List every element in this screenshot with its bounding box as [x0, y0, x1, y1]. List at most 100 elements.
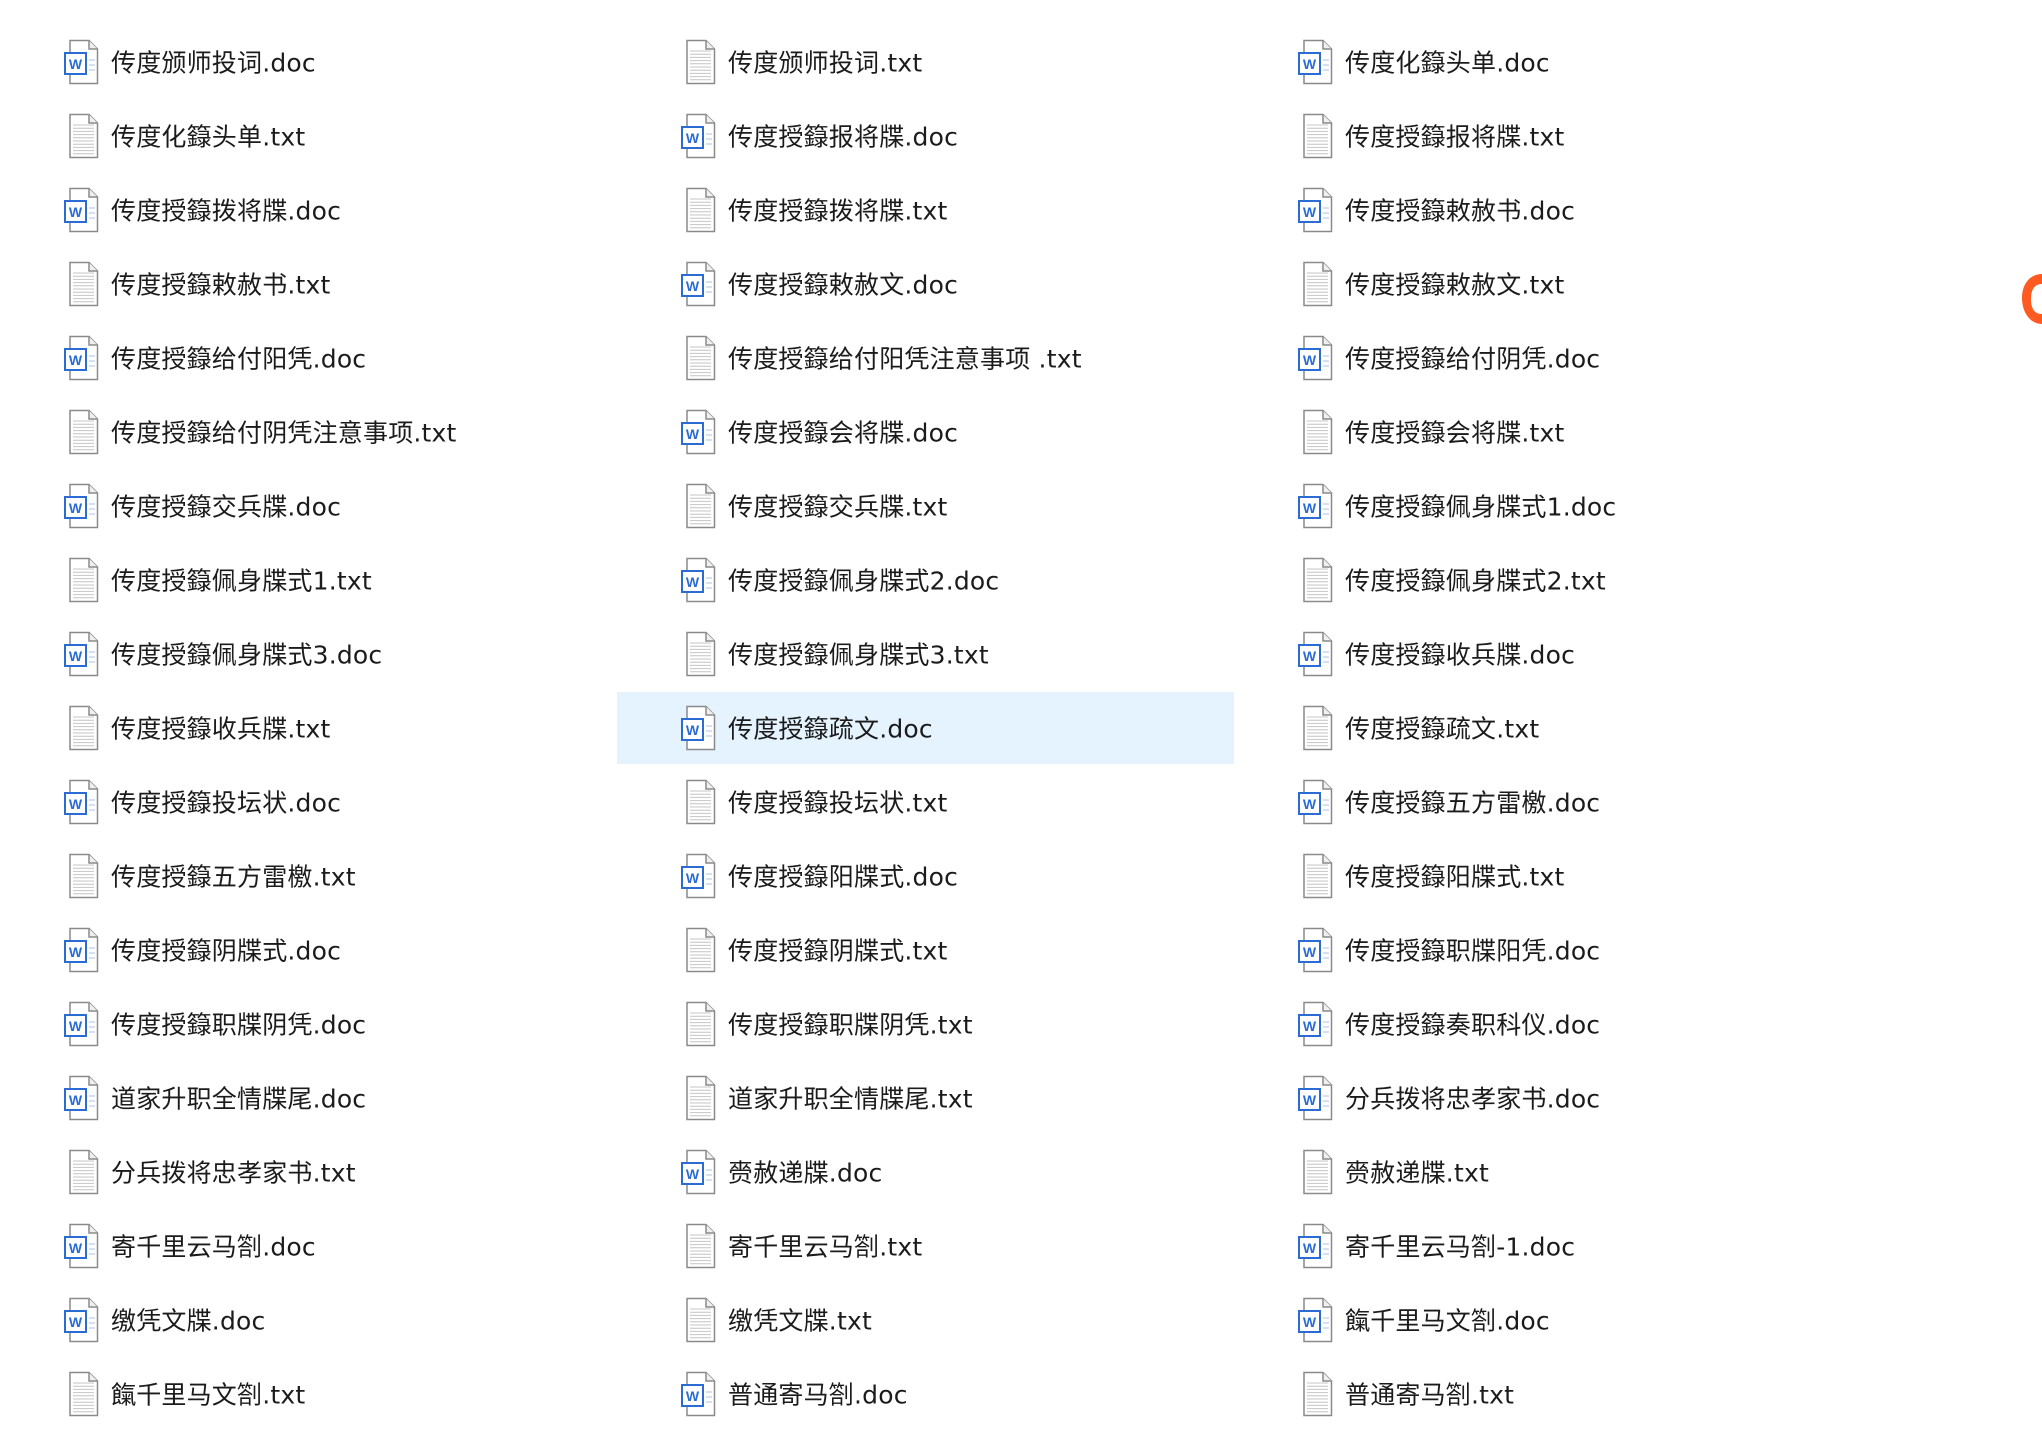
file-name: 传度授籙奏职科仪.doc: [1345, 1010, 1601, 1040]
file-item[interactable]: W 传度授籙五方雷檄.doc: [1234, 766, 1851, 838]
word-document-icon: W: [681, 1371, 719, 1417]
file-item[interactable]: W 餼千里马文劄.doc: [1234, 1284, 1851, 1356]
word-document-icon: W: [681, 409, 719, 455]
svg-text:W: W: [1303, 352, 1317, 368]
file-item[interactable]: W 赍赦递牒.doc: [617, 1136, 1234, 1208]
svg-text:W: W: [1303, 796, 1317, 812]
svg-text:W: W: [69, 500, 83, 516]
svg-text:W: W: [1303, 944, 1317, 960]
file-item[interactable]: 缴凭文牒.txt: [617, 1284, 1234, 1356]
file-item[interactable]: 传度授籙阴牒式.txt: [617, 914, 1234, 986]
file-name: 传度授籙五方雷檄.txt: [111, 862, 356, 892]
file-item[interactable]: 传度授籙疏文.txt: [1234, 692, 1851, 764]
file-item[interactable]: 传度授籙给付阳凭注意事项 .txt: [617, 322, 1234, 394]
file-name: 传度授籙给付阴凭.doc: [1345, 344, 1601, 374]
file-item[interactable]: 传度授籙收兵牒.txt: [0, 692, 617, 764]
file-item[interactable]: 传度授籙佩身牒式3.txt: [617, 618, 1234, 690]
file-item[interactable]: 传度授籙交兵牒.txt: [617, 470, 1234, 542]
text-document-icon: [64, 1149, 102, 1195]
file-item[interactable]: 传度化籙头单.txt: [0, 100, 617, 172]
file-item[interactable]: W 分兵拨将忠孝家书.doc: [1234, 1062, 1851, 1134]
file-item[interactable]: 传度授籙五方雷檄.txt: [0, 840, 617, 912]
text-document-icon: [1298, 113, 1336, 159]
word-document-icon: W: [64, 335, 102, 381]
file-explorer-view: W 传度颁师投词.doc 传度颁师投词.txt W 传度化籙头单.doc 传度化籙头单.t…: [0, 0, 2042, 1451]
file-item[interactable]: 寄千里云马劄.txt: [617, 1210, 1234, 1282]
file-item[interactable]: W 传度授籙阳牒式.doc: [617, 840, 1234, 912]
file-item[interactable]: W 传度授籙报将牒.doc: [617, 100, 1234, 172]
file-item[interactable]: 传度授籙拨将牒.txt: [617, 174, 1234, 246]
file-item[interactable]: W 传度颁师投词.doc: [0, 26, 617, 98]
file-item[interactable]: 道家升职全情牒尾.txt: [617, 1062, 1234, 1134]
file-item[interactable]: W 传度授籙奏职科仪.doc: [1234, 988, 1851, 1060]
file-item[interactable]: W 传度授籙给付阳凭.doc: [0, 322, 617, 394]
file-item[interactable]: W 传度授籙职牒阳凭.doc: [1234, 914, 1851, 986]
file-item[interactable]: 餼千里马文劄.txt: [0, 1358, 617, 1430]
file-item[interactable]: 赍赦递牒.txt: [1234, 1136, 1851, 1208]
file-name: 传度颁师投词.doc: [111, 48, 316, 78]
file-item[interactable]: W 传度化籙头单.doc: [1234, 26, 1851, 98]
file-item[interactable]: 传度颁师投词.txt: [617, 26, 1234, 98]
file-item[interactable]: 传度授籙佩身牒式1.txt: [0, 544, 617, 616]
file-item[interactable]: W 传度授籙交兵牒.doc: [0, 470, 617, 542]
file-name: 传度授籙敕赦书.doc: [1345, 196, 1576, 226]
file-item[interactable]: 传度授籙佩身牒式2.txt: [1234, 544, 1851, 616]
word-document-icon: W: [64, 1075, 102, 1121]
file-item[interactable]: W 缴凭文牒.doc: [0, 1284, 617, 1356]
file-name: 传度授籙疏文.txt: [1345, 714, 1540, 744]
word-document-icon: W: [681, 853, 719, 899]
word-document-icon: W: [681, 1149, 719, 1195]
file-item[interactable]: 传度授籙报将牒.txt: [1234, 100, 1851, 172]
file-item[interactable]: W 道家升职全情牒尾.doc: [0, 1062, 617, 1134]
word-document-icon: W: [64, 779, 102, 825]
text-document-icon: [1298, 261, 1336, 307]
file-name: 传度授籙敕赦文.txt: [1345, 270, 1565, 300]
file-name: 传度化籙头单.doc: [1345, 48, 1550, 78]
file-item[interactable]: W 传度授籙疏文.doc: [617, 692, 1234, 764]
file-name: 分兵拨将忠孝家书.txt: [111, 1158, 356, 1188]
file-item[interactable]: W 传度授籙佩身牒式3.doc: [0, 618, 617, 690]
file-name: 传度授籙佩身牒式1.txt: [111, 566, 372, 596]
file-item[interactable]: W 传度授籙佩身牒式2.doc: [617, 544, 1234, 616]
file-item[interactable]: 普通寄马劄.txt: [1234, 1358, 1851, 1430]
word-document-icon: W: [1298, 927, 1336, 973]
file-item[interactable]: 传度授籙给付阴凭注意事项.txt: [0, 396, 617, 468]
file-item[interactable]: W 寄千里云马劄.doc: [0, 1210, 617, 1282]
file-item[interactable]: 传度授籙职牒阴凭.txt: [617, 988, 1234, 1060]
file-item[interactable]: W 传度授籙敕赦文.doc: [617, 248, 1234, 320]
file-item[interactable]: W 传度授籙收兵牒.doc: [1234, 618, 1851, 690]
word-document-icon: W: [681, 113, 719, 159]
text-document-icon: [681, 187, 719, 233]
file-item[interactable]: 传度授籙敕赦文.txt: [1234, 248, 1851, 320]
file-item[interactable]: W 传度授籙会将牒.doc: [617, 396, 1234, 468]
file-item[interactable]: W 传度授籙拨将牒.doc: [0, 174, 617, 246]
file-item[interactable]: W 传度授籙敕赦书.doc: [1234, 174, 1851, 246]
svg-text:W: W: [69, 1092, 83, 1108]
file-item[interactable]: W 传度授籙阴牒式.doc: [0, 914, 617, 986]
file-item[interactable]: W 寄千里云马劄-1.doc: [1234, 1210, 1851, 1282]
svg-text:W: W: [69, 1018, 83, 1034]
file-item[interactable]: 传度授籙敕赦书.txt: [0, 248, 617, 320]
text-document-icon: [64, 1371, 102, 1417]
svg-text:W: W: [686, 1166, 700, 1182]
file-item[interactable]: W 传度授籙给付阴凭.doc: [1234, 322, 1851, 394]
file-item[interactable]: W 传度授籙职牒阴凭.doc: [0, 988, 617, 1060]
file-name: 传度授籙给付阳凭注意事项 .txt: [728, 344, 1082, 374]
file-item[interactable]: 分兵拨将忠孝家书.txt: [0, 1136, 617, 1208]
file-item[interactable]: W 传度授籙佩身牒式1.doc: [1234, 470, 1851, 542]
word-document-icon: W: [64, 1297, 102, 1343]
file-item[interactable]: W 传度授籙投坛状.doc: [0, 766, 617, 838]
word-document-icon: W: [1298, 1223, 1336, 1269]
file-name: 传度颁师投词.txt: [728, 48, 923, 78]
file-name: 传度授籙交兵牒.txt: [728, 492, 948, 522]
file-item[interactable]: 传度授籙阳牒式.txt: [1234, 840, 1851, 912]
file-item[interactable]: W 普通寄马劄.doc: [617, 1358, 1234, 1430]
file-item[interactable]: 传度授籙投坛状.txt: [617, 766, 1234, 838]
file-name: 寄千里云马劄.txt: [728, 1232, 923, 1262]
word-document-icon: W: [64, 927, 102, 973]
text-document-icon: [1298, 1371, 1336, 1417]
text-document-icon: [681, 779, 719, 825]
file-item[interactable]: 传度授籙会将牒.txt: [1234, 396, 1851, 468]
svg-text:W: W: [69, 1314, 83, 1330]
svg-text:W: W: [69, 796, 83, 812]
